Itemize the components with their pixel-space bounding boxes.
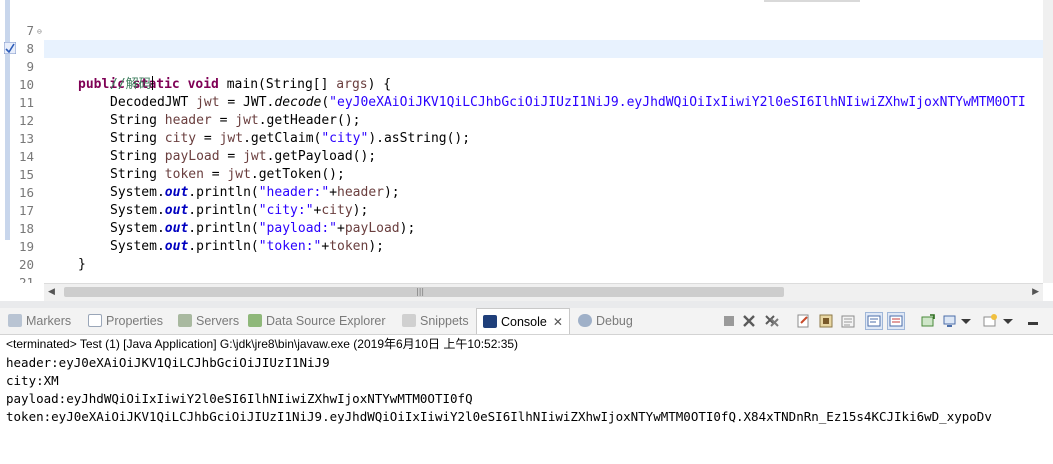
terminate-icon[interactable] (721, 313, 737, 329)
code-line: 12 String city = jwt.getClaim("city").as… (0, 94, 1053, 146)
properties-icon (88, 314, 102, 327)
tab-snippets[interactable]: Snippets (402, 308, 469, 334)
code-line: 16 System.out.println("city:"+city); (0, 166, 1053, 218)
console-line: city:XM (6, 373, 59, 388)
code-line: 17 System.out.println("payload:"+payLoad… (0, 184, 1053, 236)
tab-label: Markers (26, 314, 72, 328)
horizontal-scrollbar[interactable]: ◀ ||| ▶ (44, 283, 1043, 301)
snippets-icon (402, 314, 416, 327)
code-line: 7 (0, 4, 1053, 38)
remove-launch-icon[interactable] (741, 313, 757, 329)
console-line: payload:eyJhdWQiOiIxIiwiY2l0eSI6IlhNIiwi… (6, 391, 473, 406)
code-line: 20 (0, 238, 1053, 272)
code-line: 8 ⊖ public static void main(String[] arg… (0, 22, 1053, 93)
code-line: 11 String header = jwt.getHeader(); (0, 76, 1053, 128)
tab-label: Debug (596, 314, 633, 328)
tab-label: Snippets (420, 314, 469, 328)
tab-markers[interactable]: Markers (8, 308, 71, 334)
clear-console-icon[interactable] (840, 313, 856, 329)
console-line: token:eyJ0eXAiOiJKV1QiLCJhbGciOiJIUzI1Ni… (6, 409, 992, 424)
open-console-icon[interactable] (920, 313, 936, 329)
scroll-right-icon[interactable]: ▶ (1032, 287, 1039, 297)
tab-servers[interactable]: Servers (178, 308, 239, 334)
scrollbar-thumb[interactable]: ||| (64, 287, 784, 297)
code-line: 13 String payLoad = jwt.getPayload(); (0, 112, 1053, 164)
views-tab-bar: Markers Properties Servers Data Source E… (0, 308, 1053, 335)
console-line: header:eyJ0eXAiOiJKV1QiLCJhbGciOiJIUzI1N… (6, 355, 330, 370)
tab-label: Console (501, 315, 547, 329)
editor-top-border (764, 0, 860, 2)
scroll-left-icon[interactable]: ◀ (48, 287, 55, 297)
chevron-down-icon[interactable] (1000, 313, 1016, 329)
remove-all-icon[interactable] (764, 313, 780, 329)
tab-label: Servers (196, 314, 240, 328)
chevron-down-icon[interactable] (958, 313, 974, 329)
data-source-icon (248, 314, 262, 327)
console-icon (483, 315, 497, 328)
code-line: 19 } (0, 220, 1053, 272)
tab-label: Properties (106, 314, 163, 328)
tab-label: Data Source Explorer (266, 314, 386, 328)
code-line: 14 String token = jwt.getToken(); (0, 130, 1053, 182)
servers-icon (178, 314, 192, 327)
minimize-icon[interactable] (1025, 313, 1041, 329)
close-tab-icon[interactable]: ✕ (553, 309, 563, 335)
debug-icon (578, 314, 592, 327)
show-output-icon[interactable] (887, 312, 905, 330)
word-wrap-icon[interactable] (865, 312, 883, 330)
fold-toggle-icon[interactable]: ⊖ (37, 28, 42, 36)
scroll-lock-icon[interactable] (818, 313, 834, 329)
tab-data-source-explorer[interactable]: Data Source Explorer (248, 308, 386, 334)
pin-console-icon[interactable] (795, 313, 811, 329)
tab-debug[interactable]: Debug (578, 308, 633, 334)
line-number: 21 (18, 275, 34, 283)
panel-sash[interactable] (0, 301, 1053, 308)
markers-icon (8, 314, 22, 327)
code-line: 21 } (0, 256, 1053, 283)
vertical-scrollbar[interactable] (1043, 0, 1053, 283)
tab-console[interactable]: Console ✕ (476, 308, 570, 334)
console-output[interactable]: <terminated> Test (1) [Java Application]… (0, 335, 1053, 464)
tab-properties[interactable]: Properties (88, 308, 163, 334)
code-line: 15 System.out.println("header:"+header); (0, 148, 1053, 200)
code-line: 18 System.out.println("token:"+token); (0, 202, 1053, 254)
scrollbar-grip: ||| (416, 287, 425, 296)
new-console-icon[interactable] (982, 313, 998, 329)
terminated-status: <terminated> Test (1) [Java Application]… (6, 337, 519, 351)
display-console-icon[interactable] (942, 313, 958, 329)
code-editor[interactable]: 7 8 ⊖ public static void main(String[] a… (0, 0, 1053, 283)
code-line: 9 //解码 (0, 40, 1053, 92)
code-line: 10 DecodedJWT jwt = JWT.decode("eyJ0eXAi… (0, 58, 1053, 110)
